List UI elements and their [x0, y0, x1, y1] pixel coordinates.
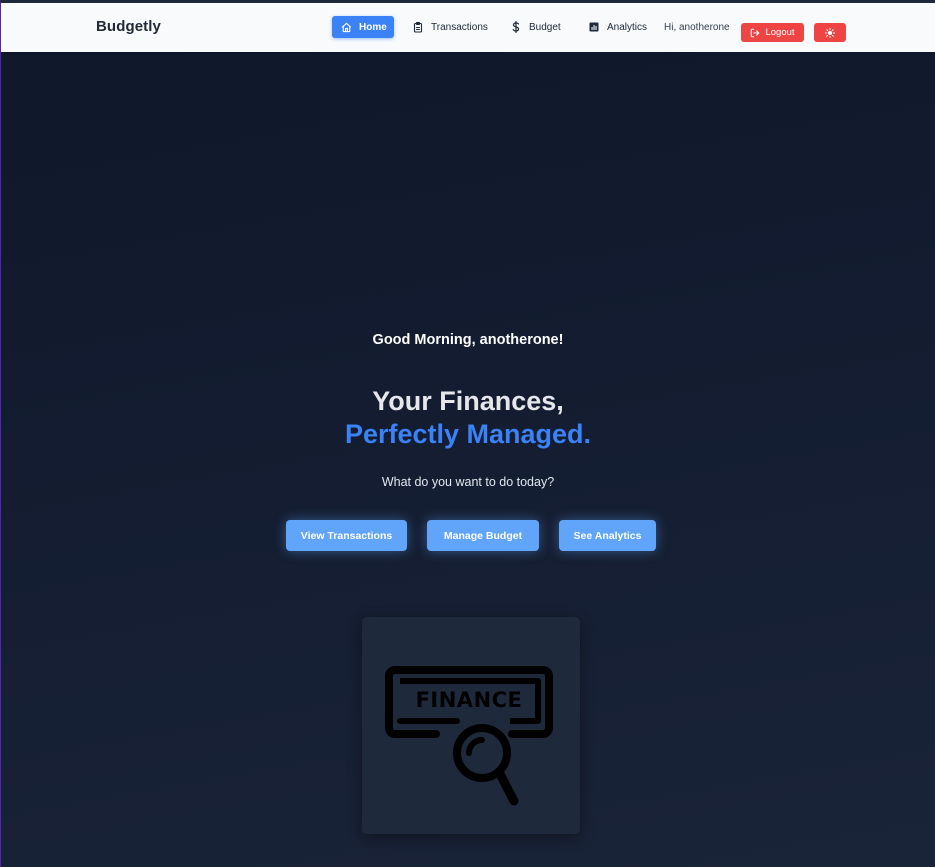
logout-button[interactable]: Logout [741, 23, 804, 42]
logout-icon [750, 28, 760, 38]
welcome-greeting: Good Morning, anotherone! [372, 332, 564, 348]
headline-line-1: Your Finances, [372, 386, 564, 416]
nav-item-label: Transactions [431, 21, 488, 33]
finance-label: FINANCE [415, 688, 523, 712]
nav-item-label: Home [359, 21, 387, 33]
app-window: Budgetly Home Transactions Budget Analyt… [0, 0, 935, 867]
dollar-icon [510, 21, 522, 33]
clipboard-icon [412, 21, 424, 33]
finance-search-icon [385, 666, 553, 806]
nav-item-home[interactable]: Home [332, 16, 394, 38]
nav-item-analytics[interactable]: Analytics [588, 16, 647, 38]
see-analytics-button[interactable]: See Analytics [559, 520, 656, 551]
finance-illustration-card: FINANCE [362, 617, 580, 834]
bar-chart-icon [588, 21, 600, 33]
headline-line-2: Perfectly Managed. [344, 419, 592, 449]
theme-toggle-button[interactable] [814, 23, 846, 42]
navbar: Budgetly Home Transactions Budget Analyt… [1, 3, 935, 52]
home-icon [340, 21, 352, 33]
brand-logo[interactable]: Budgetly [96, 18, 161, 35]
view-transactions-button[interactable]: View Transactions [286, 520, 407, 551]
logout-label: Logout [765, 27, 795, 38]
nav-item-budget[interactable]: Budget [510, 16, 561, 38]
sun-icon [825, 27, 835, 38]
user-greeting: Hi, anotherone [664, 22, 730, 33]
nav-item-transactions[interactable]: Transactions [412, 16, 488, 38]
hero-subtitle: What do you want to do today? [381, 475, 555, 489]
manage-budget-button[interactable]: Manage Budget [427, 520, 539, 551]
nav-item-label: Budget [529, 21, 561, 33]
hero-headline: Your Finances, Perfectly Managed. [1, 385, 935, 451]
nav-item-label: Analytics [607, 21, 648, 33]
